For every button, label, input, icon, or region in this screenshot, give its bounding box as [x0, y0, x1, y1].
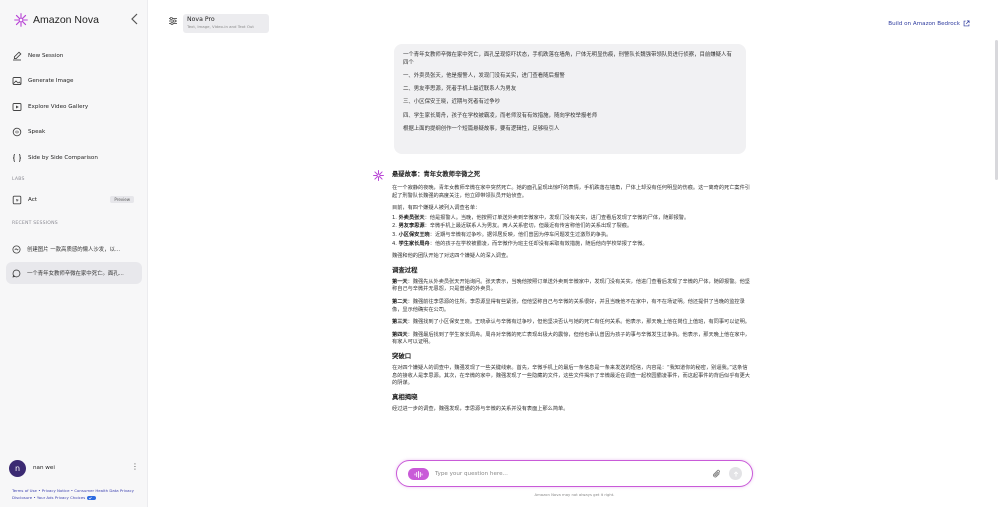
user-message-line: 三、小区保安王晓，近期与死者有过争吵: [403, 99, 501, 106]
day-paragraph: 第四天：魏强最后找到了学生家长周舟。周舟对辛微的死亡表现出极大的震惊，但他也承认…: [392, 331, 750, 346]
terms-link[interactable]: Terms of Use: [12, 488, 37, 493]
session-label: 一个青年女教师辛微在家中死亡。面孔...: [27, 271, 124, 277]
chat-session-icon: [12, 269, 21, 277]
session-item[interactable]: 创建图片 一款高质感的懒人沙发，以...: [6, 238, 142, 260]
answer-intro: 在一个寂静的夜晚，青年女教师辛微在家中突然死亡。她的面孔呈现出惊吓的表情，手机跌…: [392, 185, 750, 199]
send-arrow-icon: [733, 470, 738, 476]
scrollbar[interactable]: [995, 40, 998, 180]
prompt-composer: [396, 460, 753, 487]
model-name: Nova Pro: [187, 16, 215, 23]
user-message-line: 一、外卖员张天，他是报警人，发现门没有关实，进门查看随后报警: [403, 72, 565, 79]
brand[interactable]: Amazon Nova: [14, 13, 99, 27]
footer-links: Terms of Use • Privacy Notice • Consumer…: [12, 488, 134, 500]
answer-transition: 魏强和他的团队开始了对这四个嫌疑人的深入调查。: [392, 253, 512, 260]
privacy-link[interactable]: Privacy Notice: [42, 488, 70, 493]
list-item: 1. 外卖员张天：他是报警人。当晚，他按照订单送外卖到辛微家中，发现门没有关实，…: [392, 214, 690, 221]
user-message-line: 一个青年女教师辛微在家中死亡，面孔呈现惊吓状态，手机跌落在墙角，尸体无明显伤痕，…: [403, 52, 732, 66]
compare-icon: [12, 153, 22, 162]
bedrock-link[interactable]: Build on Amazon Bedrock: [888, 20, 970, 27]
app-root: Amazon Nova New Session Generate Image E…: [0, 0, 1000, 507]
privacy-toggle-icon: [86, 496, 96, 500]
section-heading: 突破口: [392, 351, 412, 360]
user-message-line: 二、男友李思源，死者手机上最近联系人为男友: [403, 86, 517, 93]
day-paragraph: 第一天：魏强先从外卖员张天开始询问。张天表示，当晚他按照订单送外卖到辛微家中，发…: [392, 278, 750, 293]
collapse-sidebar-icon[interactable]: [129, 12, 141, 26]
nav-act[interactable]: Act Preview: [6, 192, 142, 208]
nav-label: Speak: [28, 129, 46, 135]
nav-speak[interactable]: Speak: [6, 123, 142, 142]
image-icon: [12, 77, 22, 85]
avatar: n: [9, 459, 26, 477]
section-heading: 调查过程: [392, 265, 418, 274]
user-profile[interactable]: n nan wei ⋮: [9, 459, 141, 477]
user-message-line: 四、学生家长周舟，孩子在学校被霸凌，而老师没有有效措施，随向学校举报老师: [403, 112, 598, 119]
list-item: 3. 小区保安王晓：近期与辛微有过争吵。据邻居反映，他们曾因为停车问题发生过激烈…: [392, 231, 612, 238]
user-message: 一个青年女教师辛微在家中死亡，面孔呈现惊吓状态，手机跌落在墙角，尸体无明显伤痕，…: [394, 44, 746, 154]
nav-label: New Session: [28, 52, 64, 59]
voice-wave-icon: [414, 470, 423, 478]
assistant-answer: 悬疑故事：青年女教师辛微之死 在一个寂静的夜晚，青年女教师辛微在家中突然死亡。她…: [392, 171, 750, 418]
nav-video-gallery[interactable]: Explore Video Gallery: [6, 97, 142, 116]
disclaimer: Amazon Nova may not always get it right.: [534, 492, 615, 497]
day-paragraph: 第二天：魏强前往李思源的住所。李思源显得有些紧张，但他坚称自己与辛微的关系很好，…: [392, 298, 745, 313]
nav-label: Explore Video Gallery: [28, 103, 89, 110]
new-session-icon: [13, 51, 22, 60]
model-description: Text, Image, Video-in and Text Out: [187, 24, 254, 29]
more-options-icon[interactable]: ⋮: [131, 462, 139, 471]
user-name: nan wei: [33, 465, 55, 471]
ads-privacy-link[interactable]: Your Ads Privacy Choices: [37, 495, 85, 500]
settings-sliders-icon[interactable]: [168, 16, 178, 26]
sidebar: Amazon Nova New Session Generate Image E…: [0, 0, 148, 507]
disclosure-link[interactable]: Disclosure: [12, 495, 32, 500]
nav-side-by-side[interactable]: Side by Side Comparison: [6, 148, 142, 167]
prompt-input[interactable]: [435, 467, 705, 481]
speak-icon: [12, 127, 22, 137]
list-item: 4. 学生家长周舟：他的孩子在学校被霸凌，而辛微作为班主任却没有采取有效措施，随…: [392, 240, 648, 247]
model-selector[interactable]: Nova Pro Text, Image, Video-in and Text …: [183, 14, 269, 33]
assistant-avatar-icon: [373, 170, 384, 181]
suspects-list: 1. 外卖员张天：他是报警人。当晚，他按照订单送外卖到辛微家中，发现门没有关实，…: [392, 215, 750, 248]
external-link-icon: [963, 20, 970, 27]
session-item-active[interactable]: 一个青年女教师辛微在家中死亡。面孔...: [6, 262, 142, 284]
list-item: 2. 男友李思源：辛微手机上最近联系人为男友。两人关系密切，但最近有传言称他们的…: [392, 223, 633, 230]
nav-generate-image[interactable]: Generate Image: [6, 72, 142, 91]
preview-badge: Preview: [110, 196, 134, 203]
sidebar-nav: New Session Generate Image Explore Video…: [6, 46, 142, 174]
bedrock-link-label: Build on Amazon Bedrock: [888, 20, 960, 27]
user-message-line: 根据上面的提纲创作一个短篇悬疑故事，要有逻辑性，足够吸引人: [403, 125, 560, 132]
voice-button[interactable]: [408, 468, 429, 480]
health-privacy-link[interactable]: Consumer Health Data Privacy: [74, 488, 134, 493]
act-label: Act: [28, 197, 37, 203]
labs-label: LABS: [12, 177, 25, 182]
recent-sessions-label: RECENT SESSIONS: [12, 221, 58, 226]
breakthrough-paragraph: 在对四个嫌疑人的调查中，魏强发现了一些关键线索。首先，辛微手机上的最后一条信息是…: [392, 364, 750, 387]
brand-name: Amazon Nova: [33, 14, 99, 26]
nav-label: Generate Image: [28, 78, 74, 84]
nav-new-session[interactable]: New Session: [6, 46, 142, 65]
send-button[interactable]: [729, 467, 742, 480]
act-icon: [12, 195, 22, 205]
suspects-intro: 目前，有四个嫌疑人被列入调查名单：: [392, 205, 481, 212]
section-heading: 真相揭晓: [392, 392, 418, 401]
reveal-paragraph: 经过进一步的调查，魏强发现，李思源与辛微的关系并没有表面上那么简单。: [392, 405, 569, 412]
nova-logo-icon: [14, 13, 28, 27]
nav-label: Side by Side Comparison: [28, 154, 98, 161]
image-session-icon: [12, 244, 21, 254]
session-label: 创建图片 一款高质感的懒人沙发，以...: [27, 247, 121, 253]
day-paragraph: 第三天：魏强找到了小区保安王晓。王晓承认与辛微有过争吵，但他坚决否认与她的死亡有…: [392, 319, 750, 326]
paperclip-icon[interactable]: [712, 469, 722, 479]
answer-title: 悬疑故事：青年女教师辛微之死: [392, 171, 481, 178]
video-icon: [12, 102, 22, 111]
